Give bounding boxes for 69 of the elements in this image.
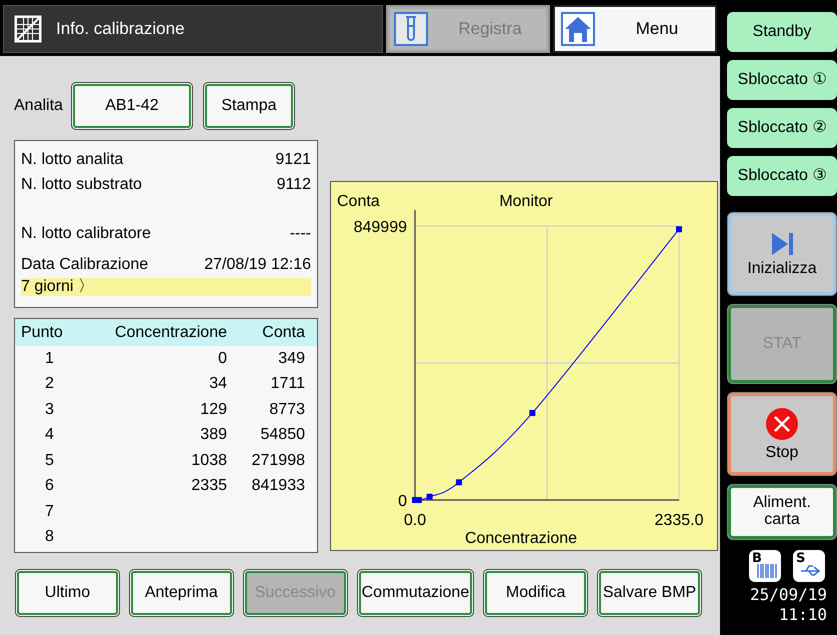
table-cell-text: 349 xyxy=(277,350,305,368)
info-label: N. lotto analita xyxy=(21,150,124,168)
table-cell-text: 129 xyxy=(199,400,227,419)
screen-title: Info. calibrazione xyxy=(56,19,185,39)
footer-button[interactable]: Salvare BMP xyxy=(597,569,702,617)
table-cell-text: 7 xyxy=(44,502,55,521)
barcode-icon: B xyxy=(749,550,781,582)
side-button[interactable]: Inizializza xyxy=(727,212,837,296)
table-cell-text: 271998 xyxy=(250,452,305,470)
table-cell-text: 1711 xyxy=(270,375,305,394)
table-cell-text: 8 xyxy=(44,528,55,546)
table-cell-text: 389 xyxy=(199,426,227,444)
info-value: 27/08/19 12:16 xyxy=(204,256,311,274)
side-button[interactable]: Sbloccato ① xyxy=(727,60,837,100)
table-cell-text: 54850 xyxy=(260,426,305,444)
table-cell-text: 3 xyxy=(44,400,55,419)
table-cell-text: 1038 xyxy=(190,452,227,470)
data-point xyxy=(456,479,462,486)
column-header: Concentrazione xyxy=(114,324,227,342)
x-tick-label: 0.0 xyxy=(404,512,426,529)
data-point xyxy=(676,226,682,232)
data-point xyxy=(529,410,536,416)
info-value: 9112 xyxy=(276,176,311,194)
days-note: 7 giorni 〉 xyxy=(21,278,311,296)
date-text: 25/09/19 xyxy=(748,588,828,602)
column-header: Conta xyxy=(261,324,305,342)
table-cell-text: 6 xyxy=(44,477,55,496)
menu-button[interactable]: Menu xyxy=(553,5,717,53)
home-icon xyxy=(561,12,595,46)
chart-title: Monitor xyxy=(499,193,553,210)
footer-button[interactable]: Anteprima xyxy=(128,569,234,617)
column-header: Punto xyxy=(21,324,64,342)
side-button[interactable]: Sbloccato ③ xyxy=(727,156,837,196)
table-cell-text: 8773 xyxy=(268,400,305,419)
info-label: N. lotto calibratore xyxy=(21,224,151,242)
data-point xyxy=(426,494,433,500)
test-tube-icon xyxy=(394,12,428,46)
skip-forward-icon xyxy=(769,230,795,257)
table-cell-text: 0 xyxy=(217,350,227,368)
usb-icon: S xyxy=(793,550,825,582)
table-cell-text: 34 xyxy=(208,375,227,394)
table-cell-text: 4 xyxy=(44,426,55,444)
table-cell-text: 2335 xyxy=(190,477,227,496)
footer-button[interactable]: Modifica xyxy=(483,569,588,617)
table-cell-text: 5 xyxy=(44,452,55,470)
stop-icon xyxy=(765,406,799,441)
side-button[interactable]: Sbloccato ② xyxy=(727,108,837,148)
footer-button[interactable]: Ultimo xyxy=(15,569,120,617)
info-value: 9121 xyxy=(275,150,311,168)
side-button[interactable]: Stop xyxy=(727,392,837,476)
chart-grid-icon xyxy=(14,15,42,43)
x-axis-title: Concentrazione xyxy=(464,530,578,547)
analyte-button[interactable]: AB1-42 xyxy=(70,82,193,130)
info-value: ---- xyxy=(290,224,311,242)
y-axis-title: Conta xyxy=(337,193,380,210)
table-cell-text: 2 xyxy=(44,375,55,394)
y-tick-label: 0 xyxy=(398,493,407,510)
side-button[interactable]: Standby xyxy=(727,12,837,52)
analyte-label: Analita xyxy=(14,97,63,115)
info-label: N. lotto substrato xyxy=(21,176,142,194)
time-text: 11:10 xyxy=(778,608,828,622)
info-label: Data Calibrazione xyxy=(21,256,148,274)
y-tick-label: 849999 xyxy=(354,219,407,236)
x-tick-label: 2335.0 xyxy=(654,512,704,529)
table-cell-text: 841933 xyxy=(250,477,305,496)
footer-button[interactable]: Commutazione xyxy=(356,569,474,617)
side-button[interactable]: Aliment. carta xyxy=(727,484,837,540)
print-button[interactable]: Stampa xyxy=(202,82,295,130)
table-cell-text: 1 xyxy=(44,350,55,368)
